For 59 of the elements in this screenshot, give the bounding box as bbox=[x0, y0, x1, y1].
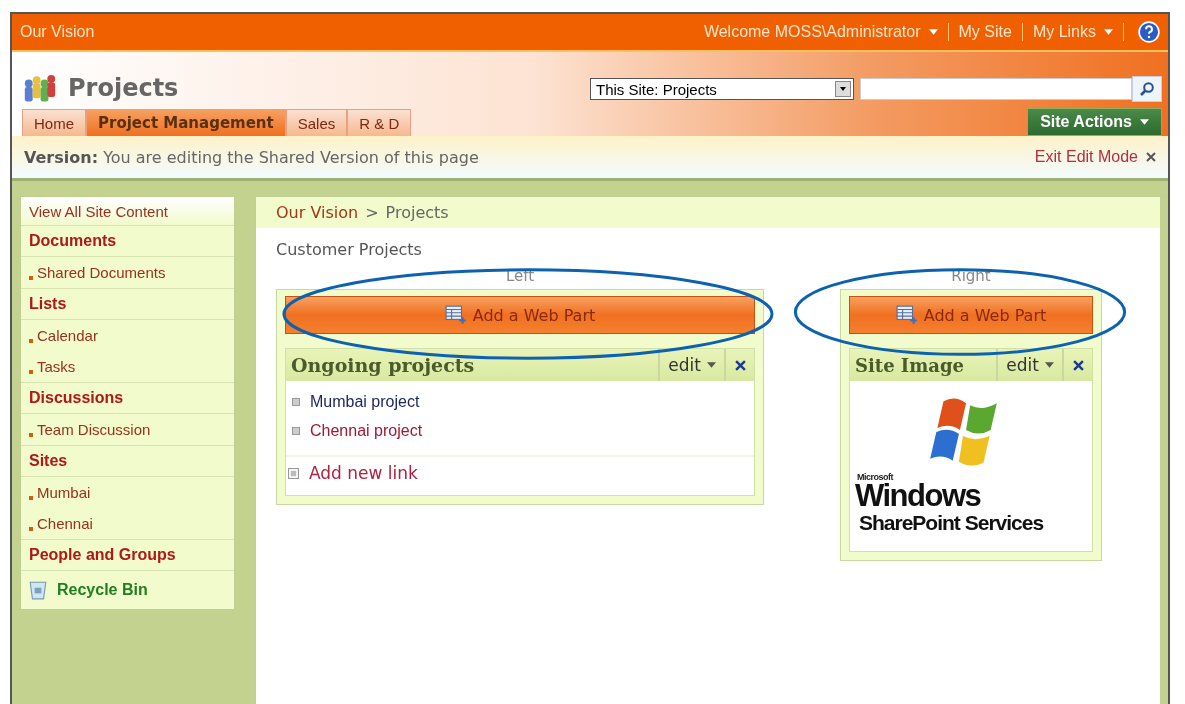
web-part-title: Site Image bbox=[854, 353, 966, 378]
breadcrumb-current: Projects bbox=[385, 203, 449, 222]
nav-tab[interactable]: R & D bbox=[347, 109, 412, 136]
sidebar-item[interactable]: Mumbai bbox=[37, 484, 91, 501]
search-icon bbox=[1139, 81, 1155, 97]
nav-tab[interactable]: Sales bbox=[285, 109, 348, 136]
product-subtitle: SharePoint Services bbox=[859, 510, 1044, 536]
sidebar-heading[interactable]: Discussions bbox=[29, 389, 124, 407]
bullet-icon bbox=[29, 432, 33, 437]
edit-status-text: Version: You are editing the Shared Version of this page bbox=[24, 147, 479, 167]
brand-text: Microsoft bbox=[857, 472, 893, 482]
edit-menu[interactable]: edit bbox=[658, 349, 724, 381]
sidebar-item[interactable]: Team Discussion bbox=[37, 421, 151, 438]
project-link[interactable]: Mumbai project bbox=[310, 392, 420, 411]
caret-icon bbox=[1045, 362, 1054, 368]
add-icon bbox=[288, 467, 299, 479]
sidebar-heading[interactable]: Sites bbox=[29, 452, 68, 470]
recycle-bin-link[interactable]: Recycle Bin bbox=[57, 581, 148, 599]
sidebar-heading[interactable]: Documents bbox=[29, 232, 117, 250]
bullet-icon bbox=[29, 495, 33, 500]
nav-tab[interactable]: Project Management bbox=[86, 109, 286, 136]
bullet-icon bbox=[29, 275, 33, 280]
caret-icon bbox=[928, 29, 938, 35]
recycle-bin-icon bbox=[29, 580, 47, 600]
close-icon bbox=[1072, 359, 1084, 371]
product-name: Windows bbox=[855, 482, 981, 510]
web-part-add-icon bbox=[444, 305, 467, 325]
web-part-add-icon bbox=[895, 305, 918, 325]
help-icon[interactable] bbox=[1138, 21, 1160, 43]
sidebar-heading[interactable]: Lists bbox=[29, 295, 67, 313]
search-scope-dropdown[interactable]: This Site: Projects bbox=[590, 78, 854, 100]
exit-edit-mode-link[interactable]: Exit Edit Mode bbox=[1034, 148, 1138, 166]
sidebar-item[interactable]: Chennai bbox=[37, 515, 93, 532]
people-icon bbox=[22, 73, 58, 103]
site-actions-menu[interactable]: Site Actions bbox=[1027, 108, 1162, 136]
breadcrumb-separator: > bbox=[365, 203, 379, 222]
sidebar-item[interactable]: Shared Documents bbox=[37, 264, 166, 281]
sidebar-heading[interactable]: People and Groups bbox=[29, 546, 176, 564]
close-icon bbox=[734, 359, 746, 371]
close-icon[interactable] bbox=[1146, 152, 1156, 162]
bullet-icon bbox=[29, 338, 33, 343]
edit-menu[interactable]: edit bbox=[996, 349, 1062, 381]
web-part-title: Ongoing projects bbox=[290, 353, 476, 378]
search-field[interactable] bbox=[860, 78, 1132, 100]
page-title: Customer Projects bbox=[275, 239, 423, 261]
bullet-icon bbox=[292, 397, 300, 406]
caret-icon bbox=[707, 362, 716, 368]
bullet-icon bbox=[29, 369, 33, 374]
sidebar-item[interactable]: Calendar bbox=[37, 327, 98, 344]
sidebar-item[interactable]: Tasks bbox=[37, 358, 76, 375]
caret-icon bbox=[1140, 119, 1149, 125]
site-title: Projects bbox=[68, 74, 179, 102]
bullet-icon bbox=[29, 526, 33, 531]
project-link[interactable]: Chennai project bbox=[310, 421, 423, 440]
bullet-icon bbox=[292, 426, 300, 435]
nav-tab[interactable]: Home bbox=[22, 109, 86, 136]
add-new-link[interactable]: Add new link bbox=[309, 463, 418, 483]
search-button[interactable] bbox=[1132, 76, 1162, 102]
breadcrumb-link[interactable]: Our Vision bbox=[276, 203, 359, 222]
